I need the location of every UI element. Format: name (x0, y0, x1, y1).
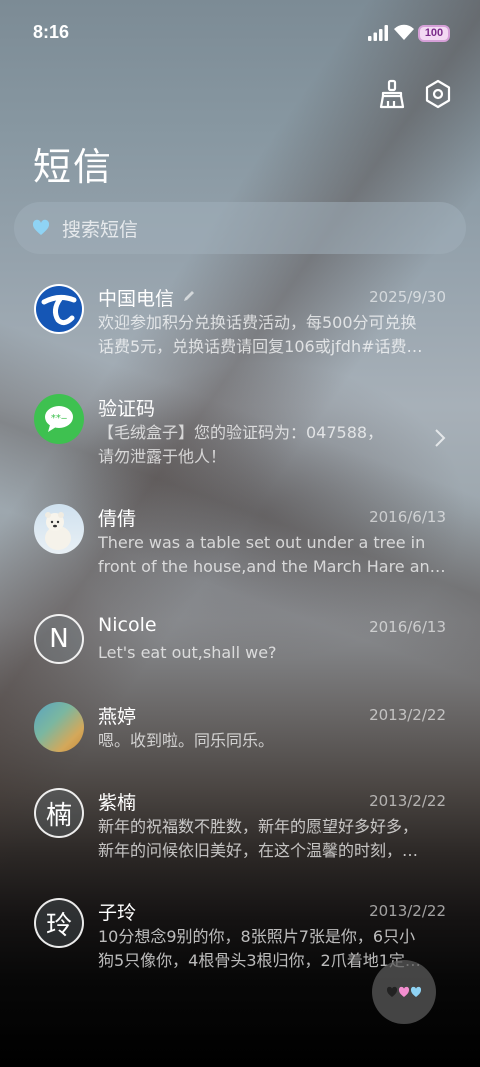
status-time: 8:16 (33, 22, 70, 42)
message-bubble-avatar: **‒ (34, 394, 84, 444)
pencil-icon (184, 291, 194, 301)
contact-name: 倩倩 (98, 508, 137, 530)
message-preview: Let's eat out,shall we? (98, 643, 277, 662)
message-date: 2016/6/13 (369, 508, 446, 526)
contact-name: 子玲 (98, 902, 137, 924)
contact-name: 中国电信 (98, 288, 175, 310)
new-message-fab[interactable] (372, 960, 436, 1024)
conversation-item[interactable]: 楠 紫楠 2013/2/22 新年的祝福数不胜数，新年的愿望好多好多， 新年的问… (0, 782, 480, 882)
landscape-photo-avatar (34, 702, 84, 752)
message-date: 2016/6/13 (369, 618, 446, 636)
chevron-right-icon[interactable] (434, 428, 446, 448)
broom-icon[interactable] (378, 78, 406, 110)
status-bar: 8:16 100 (0, 0, 480, 68)
hearts-icon (387, 986, 421, 997)
message-date: 2013/2/22 (369, 706, 446, 724)
search-placeholder: 搜索短信 (62, 218, 139, 241)
message-preview: 新年的祝福数不胜数，新年的愿望好多好多， 新年的问候依旧美好，在这个温馨的时刻，… (98, 817, 419, 860)
letter-avatar: N (34, 614, 84, 664)
contact-name: 验证码 (98, 398, 156, 420)
message-date: 2013/2/22 (369, 792, 446, 810)
message-preview: 【毛绒盒子】您的验证码为：047588， 请勿泄露于他人！ (98, 423, 384, 466)
wifi-icon (394, 24, 414, 40)
conversation-item[interactable]: 燕婷 2013/2/22 嗯。收到啦。同乐同乐。 (0, 696, 480, 796)
message-preview: There was a table set out under a tree i… (98, 533, 446, 576)
contact-name: 紫楠 (98, 792, 137, 814)
heart-icon (32, 219, 50, 235)
search-bar[interactable]: 搜索短信 (14, 202, 466, 254)
polar-bear-avatar (34, 504, 84, 554)
conversation-item[interactable]: **‒ 验证码 【毛绒盒子】您的验证码为：047588， 请勿泄露于他人！ (0, 388, 480, 488)
china-telecom-avatar (34, 284, 84, 334)
letter-avatar: 楠 (34, 788, 84, 838)
settings-icon[interactable] (424, 78, 452, 110)
contact-name: Nicole (98, 614, 157, 636)
message-date: 2013/2/22 (369, 902, 446, 920)
message-preview: 嗯。收到啦。同乐同乐。 (98, 731, 275, 750)
message-date: 2025/9/30 (369, 288, 446, 306)
conversation-item[interactable]: 倩倩 2016/6/13 There was a table set out u… (0, 498, 480, 598)
signal-icon (368, 25, 388, 41)
conversation-item[interactable]: N Nicole 2016/6/13 Let's eat out,shall w… (0, 608, 480, 708)
conversation-item[interactable]: 中国电信 2025/9/30 欢迎参加积分兑换话费活动，每500分可兑换 话费5… (0, 278, 480, 378)
contact-name: 燕婷 (98, 706, 137, 728)
page-title: 短信 (33, 145, 114, 189)
svg-text:**‒: **‒ (51, 413, 67, 424)
battery-indicator: 100 (418, 25, 450, 42)
letter-avatar: 玲 (34, 898, 84, 948)
message-preview: 欢迎参加积分兑换话费活动，每500分可兑换 话费5元，兑换话费请回复106或jf… (98, 313, 423, 356)
